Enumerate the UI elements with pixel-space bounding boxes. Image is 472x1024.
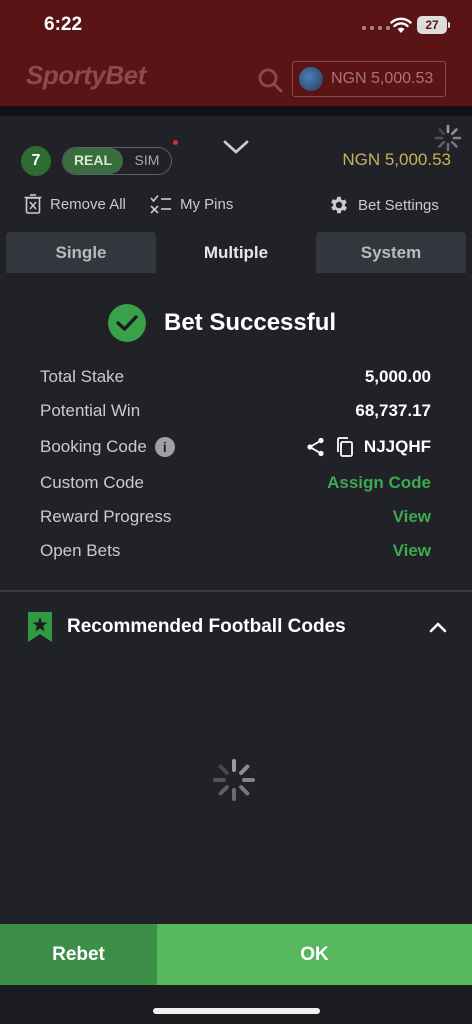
remove-all-button[interactable]: Remove All [24, 194, 126, 214]
potential-win-row: Potential Win 68,737.17 [40, 399, 431, 423]
section-divider [0, 590, 472, 592]
reward-progress-row: Reward Progress View [40, 505, 431, 529]
app-header: SportyBet NGN 5,000.53 [0, 52, 472, 106]
rebet-button[interactable]: Rebet [0, 924, 157, 985]
bet-type-tabs: Single Multiple System [6, 232, 466, 273]
custom-code-label: Custom Code [40, 473, 144, 492]
trash-icon [24, 194, 42, 214]
reward-progress-view-link[interactable]: View [393, 507, 431, 527]
brand-logo[interactable]: SportyBet [26, 60, 146, 91]
bet-settings-button[interactable]: Bet Settings [328, 194, 439, 216]
check-circle-icon [108, 304, 146, 342]
share-icon[interactable] [306, 437, 326, 457]
wifi-icon [390, 17, 412, 33]
mode-sim[interactable]: SIM [123, 148, 171, 174]
assign-code-link[interactable]: Assign Code [327, 473, 431, 493]
gear-icon [331, 196, 347, 214]
status-time: 6:22 [44, 14, 83, 35]
open-bets-label: Open Bets [40, 541, 121, 560]
chevron-down-icon[interactable] [222, 137, 250, 157]
bookmark-star-icon [28, 612, 52, 642]
tab-multiple[interactable]: Multiple [161, 232, 311, 273]
bet-success-header: Bet Successful [108, 304, 336, 342]
header-balance-button[interactable]: NGN 5,000.53 [292, 61, 446, 97]
custom-code-row: Custom Code Assign Code [40, 471, 431, 495]
copy-icon[interactable] [336, 437, 354, 457]
open-bets-view-link[interactable]: View [393, 541, 431, 561]
bet-settings-label: Bet Settings [358, 196, 439, 214]
loading-spinner-icon [434, 124, 462, 152]
potential-win-label: Potential Win [40, 401, 141, 420]
betslip-balance: NGN 5,000.53 [342, 150, 451, 169]
chevron-up-icon[interactable] [429, 621, 447, 633]
loading-spinner-icon [213, 759, 255, 801]
my-pins-button[interactable]: My Pins [150, 194, 233, 214]
success-title: Bet Successful [164, 309, 337, 336]
home-indicator-area [0, 985, 472, 1024]
booking-code-row: Booking Code i NJJQHF [40, 435, 431, 459]
recommended-codes-header[interactable]: Recommended Football Codes [27, 611, 447, 643]
nigeria-flag-icon [299, 67, 323, 91]
notification-dot [173, 140, 178, 145]
booking-code-value: NJJQHF [363, 437, 431, 456]
tab-single[interactable]: Single [6, 232, 156, 273]
potential-win-value: 68,737.17 [355, 401, 431, 420]
ok-button[interactable]: OK [157, 924, 472, 985]
tab-system[interactable]: System [316, 232, 466, 273]
total-stake-value: 5,000.00 [364, 367, 431, 386]
search-icon[interactable] [257, 67, 283, 93]
real-sim-toggle[interactable]: REAL SIM [62, 147, 172, 175]
total-stake-row: Total Stake 5,000.00 [40, 365, 431, 389]
action-bar: Rebet OK [0, 924, 472, 985]
open-bets-row: Open Bets View [40, 539, 431, 563]
overlay-strip [0, 106, 472, 116]
selection-count-badge: 7 [21, 146, 51, 176]
reward-progress-label: Reward Progress [40, 507, 172, 526]
total-stake-label: Total Stake [40, 367, 125, 386]
info-icon[interactable]: i [154, 437, 175, 457]
status-bar: 6:22 27 [0, 0, 472, 52]
header-balance: NGN 5,000.53 [331, 70, 434, 87]
app-screen: 6:22 27 SportyBet NGN 5,000.53 7 REAL SI… [0, 0, 472, 1024]
booking-code-label: Booking Code [40, 437, 147, 456]
mode-real[interactable]: REAL [63, 148, 123, 174]
home-indicator[interactable] [153, 1008, 320, 1014]
cellular-signal-icon [362, 26, 390, 30]
remove-all-label: Remove All [50, 195, 126, 213]
pin-list-icon [150, 194, 171, 214]
recommended-title: Recommended Football Codes [67, 616, 346, 637]
battery-icon: 27 [417, 16, 450, 34]
my-pins-label: My Pins [180, 195, 234, 213]
